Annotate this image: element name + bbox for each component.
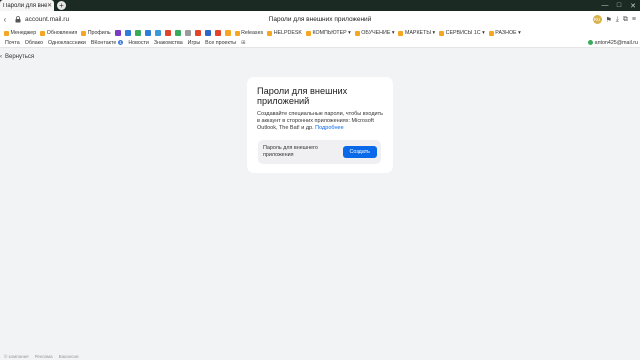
back-label: Вернуться <box>5 54 35 60</box>
folder-icon <box>234 30 240 36</box>
site-favicon-icon[interactable] <box>174 30 181 36</box>
site-favicon-icon[interactable] <box>204 30 211 36</box>
tab-strip: Пароли для внешних ✕ + — □ ✕ <box>0 0 640 11</box>
folder-icon <box>439 30 445 36</box>
folder-icon <box>267 30 273 36</box>
portal-nav: Почта Облако Одноклассники ВКонтакте 1 Н… <box>0 38 640 48</box>
folder-icon <box>40 30 46 36</box>
folder-icon <box>305 30 311 36</box>
bookmark-item[interactable]: Менеджер <box>4 30 36 36</box>
nav-ok[interactable]: Одноклассники <box>48 40 86 46</box>
footer: © компания Реклама Вакансии <box>4 354 78 359</box>
profile-avatar[interactable]: RU <box>592 15 602 24</box>
back-arrow-icon[interactable]: ‹ <box>0 15 10 24</box>
folder-icon <box>81 30 87 36</box>
maximize-icon[interactable]: □ <box>612 2 626 9</box>
account-status-icon <box>587 40 593 45</box>
back-link[interactable]: ‹ Вернуться <box>0 54 34 60</box>
bookmark-item[interactable]: Releases <box>234 30 263 36</box>
folder-icon <box>398 30 404 36</box>
account-menu[interactable]: anton425@mail.ru <box>587 40 640 46</box>
app-passwords-card: Пароли для внешних приложений Создавайте… <box>247 77 393 173</box>
bookmarks-bar: Менеджер Обновления Профиль Releases HEL… <box>0 28 640 38</box>
create-password-row: Пароль для внешнего приложения Создать <box>258 140 381 164</box>
learn-more-link[interactable]: Подробнее <box>315 125 344 131</box>
card-description: Создавайте специальные пароли, чтобы вхо… <box>257 111 383 131</box>
site-favicon-icon[interactable] <box>134 30 141 36</box>
downloads-icon[interactable]: ⤓ <box>616 16 619 24</box>
folder-icon <box>488 30 494 36</box>
lock-icon[interactable] <box>14 16 22 24</box>
minimize-icon[interactable]: — <box>598 2 612 9</box>
nav-cloud[interactable]: Облако <box>25 40 43 46</box>
address-bar: ‹ account.mail.ru Пароли для внешних при… <box>0 11 640 28</box>
card-title: Пароли для внешних приложений <box>257 86 348 106</box>
url-text[interactable]: account.mail.ru <box>25 16 69 23</box>
tab-title: Пароли для внешних <box>3 2 47 9</box>
bookmark-folder[interactable]: МАРКЕТЫ ▾ <box>398 30 435 36</box>
site-favicon-icon[interactable] <box>154 30 161 36</box>
nav-news[interactable]: Новости <box>128 40 149 46</box>
window-close-icon[interactable]: ✕ <box>626 2 640 10</box>
bookmark-folder[interactable]: СЕРВИСЫ 1С ▾ <box>439 30 485 36</box>
bookmark-item[interactable]: Обновления <box>40 30 77 36</box>
close-tab-icon[interactable]: ✕ <box>47 2 52 9</box>
chevron-left-icon: ‹ <box>0 54 2 60</box>
site-favicon-icon[interactable] <box>164 30 171 36</box>
folder-icon <box>4 30 9 36</box>
footer-ads-link[interactable]: Реклама <box>35 354 53 359</box>
browser-tab[interactable]: Пароли для внешних ✕ <box>0 0 54 11</box>
page-title: Пароли для внешних приложений <box>268 16 372 23</box>
nav-mail[interactable]: Почта <box>5 40 20 46</box>
bookmark-folder[interactable]: РАЗНОЕ ▾ <box>488 30 521 36</box>
bookmark-folder[interactable]: КОМПЬЮТЕР ▾ <box>305 30 351 36</box>
site-favicon-icon[interactable] <box>214 30 221 36</box>
site-favicon-icon[interactable] <box>194 30 201 36</box>
bookmark-item[interactable]: Профиль <box>81 30 111 36</box>
new-tab-button[interactable]: + <box>57 1 66 10</box>
create-button[interactable]: Создать <box>342 146 377 158</box>
site-favicon-icon[interactable] <box>224 30 231 36</box>
bookmark-folder[interactable]: ОБУЧЕНИЕ ▾ <box>354 30 394 36</box>
nav-dating[interactable]: Знакомства <box>154 40 183 46</box>
footer-copyright: © компания <box>4 354 29 359</box>
site-favicon-icon[interactable] <box>124 30 131 36</box>
nav-all-projects[interactable]: Все проекты <box>205 40 236 46</box>
field-label: Пароль для внешнего приложения <box>263 145 318 158</box>
extensions-icon[interactable]: ⧉ <box>623 16 628 24</box>
footer-jobs-link[interactable]: Вакансии <box>59 354 79 359</box>
site-favicon-icon[interactable] <box>114 30 121 36</box>
site-favicon-icon[interactable] <box>144 30 151 36</box>
nav-vk[interactable]: ВКонтакте 1 <box>91 39 124 46</box>
nav-games[interactable]: Игры <box>188 40 201 46</box>
apps-grid-icon[interactable]: ⊞ <box>241 40 245 46</box>
bookmark-icon[interactable]: ⚑ <box>606 16 612 24</box>
menu-icon[interactable]: ≡ <box>632 16 636 23</box>
notification-badge: 1 <box>117 39 124 45</box>
bookmark-item[interactable]: HELPDESK <box>267 30 302 36</box>
site-favicon-icon[interactable] <box>184 30 191 36</box>
folder-icon <box>354 30 360 36</box>
